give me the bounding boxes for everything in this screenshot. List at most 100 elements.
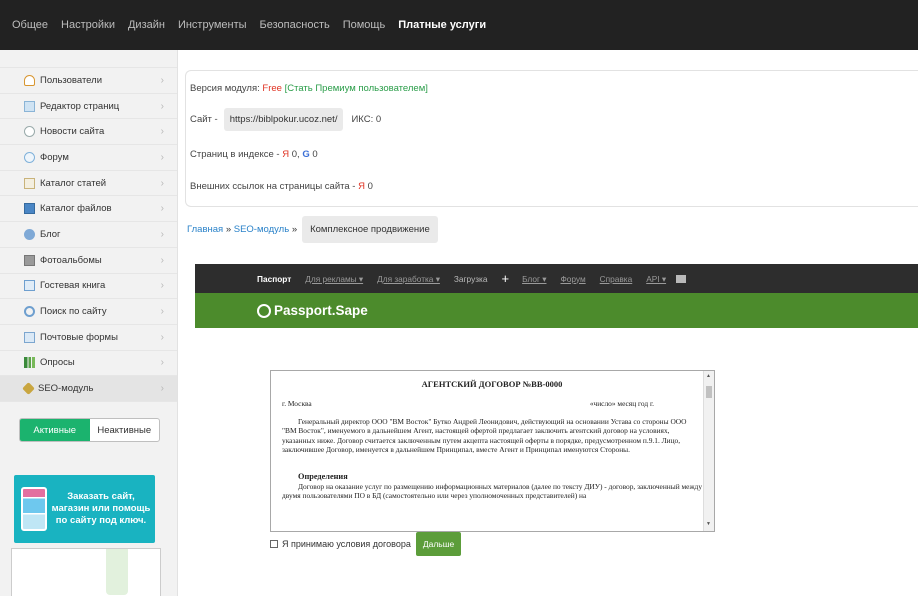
google-pages: 0: [312, 149, 318, 160]
topnav-item[interactable]: Инструменты: [178, 19, 247, 31]
passport-nav-item[interactable]: Блог ▾: [522, 274, 546, 284]
sidebar-item[interactable]: Почтовые формы ›: [0, 325, 177, 351]
links-value: 0: [367, 181, 373, 192]
chevron-right-icon: ›: [160, 177, 164, 189]
topnav-item[interactable]: Помощь: [343, 19, 386, 31]
active-tab-button[interactable]: Активные: [20, 419, 90, 441]
sidebar-item[interactable]: Каталог статей ›: [0, 171, 177, 197]
scroll-down-icon[interactable]: ▼: [706, 522, 711, 527]
version-row: Версия модуля: Free [Стать Премиум польз…: [190, 83, 428, 94]
yandex-pages: 0,: [291, 149, 300, 160]
user-icon: [24, 74, 35, 86]
chevron-right-icon: ›: [160, 306, 164, 318]
breadcrumb-separator: »: [291, 224, 298, 235]
pages-row: Страниц в индексе - Я 0, G 0: [190, 149, 318, 160]
breadcrumb-home[interactable]: Главная: [187, 224, 223, 235]
blog-icon: [24, 228, 35, 240]
passport-nav-item[interactable]: Справка: [600, 274, 633, 284]
site-row: Сайт - https://biblpokur.ucoz.net/ ИКС: …: [190, 108, 381, 131]
topnav-item[interactable]: Дизайн: [128, 19, 165, 31]
passport-nav-item[interactable]: API ▾: [646, 274, 666, 284]
premium-link[interactable]: [Стать Премиум пользователем]: [285, 83, 428, 94]
definitions-heading: Определения: [298, 472, 348, 482]
breadcrumb-separator: »: [225, 224, 232, 235]
sidebar-item[interactable]: Форум ›: [0, 145, 177, 171]
page-icon: [24, 100, 35, 112]
sidebar-item-label: Почтовые формы: [40, 331, 118, 343]
accept-label[interactable]: Я принимаю условия договора: [282, 539, 411, 549]
topnav-item[interactable]: Платные услуги: [398, 19, 486, 31]
contract-intro: Генеральный директор ООО "ВМ Восток" Бут…: [282, 417, 687, 454]
topnav-item[interactable]: Общее: [12, 19, 48, 31]
user-menu-icon[interactable]: [676, 274, 687, 283]
poll-icon: [24, 357, 35, 369]
sidebar-item[interactable]: Пользователи ›: [0, 68, 177, 94]
chevron-right-icon: ›: [160, 100, 164, 112]
chevron-right-icon: ›: [160, 383, 164, 395]
site-url[interactable]: https://biblpokur.ucoz.net/: [223, 108, 344, 131]
passport-logo[interactable]: Passport.Sape: [274, 303, 368, 318]
version-label: Версия модуля:: [190, 83, 260, 94]
sidebar-item[interactable]: Блог ›: [0, 222, 177, 248]
passport-nav-item[interactable]: Форум: [560, 274, 585, 284]
yandex-links-icon: Я: [358, 181, 365, 192]
photo-icon: [24, 254, 35, 266]
chevron-right-icon: ›: [160, 280, 164, 292]
passport-nav-item[interactable]: Паспорт: [257, 274, 291, 284]
iks-value: ИКС: 0: [351, 114, 382, 125]
chevron-right-icon: ›: [160, 74, 164, 86]
passport-nav-item[interactable]: Загрузка: [454, 274, 488, 284]
passport-nav-item[interactable]: Для рекламы ▾: [305, 274, 363, 284]
sidebar-item[interactable]: Опросы ›: [0, 351, 177, 377]
sidebar-item[interactable]: Поиск по сайту ›: [0, 299, 177, 325]
ad-graphic: [106, 549, 128, 595]
links-label: Внешних ссылок на страницы сайта -: [190, 181, 356, 192]
passport-navigation: Паспорт Для рекламы ▾ Для заработка ▾ Загру…: [195, 264, 918, 293]
topnav-item[interactable]: Безопасность: [260, 19, 330, 31]
document-scrollbar[interactable]: ▲ ▼: [703, 371, 714, 531]
sidebar-item-label: Гостевая книга: [40, 280, 106, 292]
sidebar-item-label: Каталог файлов: [40, 203, 112, 215]
passport-nav-item[interactable]: +: [501, 271, 509, 286]
chevron-right-icon: ›: [160, 151, 164, 163]
passport-header: Passport.Sape: [195, 293, 918, 328]
definitions-text: Договор на оказание услуг по размещению …: [282, 482, 703, 501]
sidebar-item[interactable]: Гостевая книга ›: [0, 274, 177, 300]
chevron-right-icon: ›: [160, 203, 164, 215]
contract-document[interactable]: АГЕНТСКИЙ ДОГОВОР №ВВ-0000 г. Москва «чи…: [270, 370, 715, 532]
mail-icon: [24, 331, 35, 343]
sidebar-item[interactable]: Редактор страниц ›: [0, 94, 177, 120]
sidebar-item[interactable]: SEO-модуль ›: [0, 376, 177, 402]
accept-checkbox[interactable]: [270, 540, 278, 548]
sidebar-menu: Пользователи › Редактор страниц › Новости са…: [0, 67, 177, 402]
breadcrumb-seo[interactable]: SEO-модуль: [234, 224, 289, 235]
passport-nav-item[interactable]: Для заработка ▾: [377, 274, 440, 284]
links-row: Внешних ссылок на страницы сайта - Я 0: [190, 181, 373, 192]
sidebar-item[interactable]: Каталог файлов ›: [0, 196, 177, 223]
version-value: Free: [262, 83, 282, 94]
inactive-tab-button[interactable]: Неактивные: [90, 419, 160, 441]
sidebar-item[interactable]: Новости сайта ›: [0, 119, 177, 146]
sidebar-item-label: Поиск по сайту: [40, 306, 107, 318]
sidebar-item-label: Редактор страниц: [40, 100, 120, 112]
scroll-up-icon[interactable]: ▲: [706, 374, 711, 379]
sidebar-item-label: Форум: [40, 151, 69, 163]
sidebar-item-label: Каталог статей: [40, 177, 107, 189]
chevron-right-icon: ›: [160, 254, 164, 266]
news-icon: [24, 126, 35, 138]
promo-text: Заказать сайт, магазин или помощь по сай…: [51, 491, 151, 526]
breadcrumb-current: Комплексное продвижение: [302, 216, 438, 243]
sidebar-item-label: Пользователи: [40, 74, 103, 86]
website-mockup-icon: [21, 487, 47, 531]
chevron-right-icon: ›: [160, 228, 164, 240]
google-icon: G: [302, 149, 310, 160]
ad-banner[interactable]: [11, 548, 161, 596]
active-toggle: Активные Неактивные: [19, 418, 160, 442]
topnav-item[interactable]: Настройки: [61, 19, 115, 31]
scroll-thumb[interactable]: [706, 386, 712, 398]
file-icon: [24, 203, 35, 215]
contract-place-date: г. Москва «число» месяц год г.: [282, 399, 702, 408]
next-button[interactable]: Дальше: [415, 532, 462, 556]
sidebar-item[interactable]: Фотоальбомы ›: [0, 248, 177, 274]
promo-banner[interactable]: Заказать сайт, магазин или помощь по сай…: [14, 475, 155, 543]
